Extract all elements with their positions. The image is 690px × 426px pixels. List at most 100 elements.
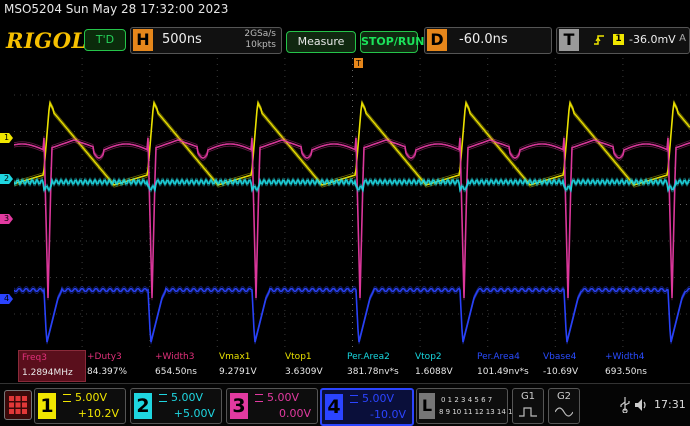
- digital-letter: L: [419, 393, 435, 419]
- measurement-label: Per.Area2: [347, 352, 390, 362]
- trigger-status-label: T'D: [95, 33, 115, 46]
- window-title: MSO5204 Sun May 28 17:32:00 2023: [4, 2, 229, 16]
- delay-letter: D: [427, 29, 447, 51]
- measurement-label: +Duty3: [87, 352, 122, 362]
- channel-scale: 5.00V: [267, 391, 300, 404]
- trigger-marker-label: T: [355, 59, 361, 68]
- trigger-level: -36.0mV: [629, 33, 676, 46]
- trigger-position-marker: T: [354, 58, 363, 68]
- app-menu-button[interactable]: [4, 390, 32, 420]
- delay-box[interactable]: D -60.0ns: [424, 27, 552, 54]
- digital-row-1: 0 1 2 3 4 5 6 7: [441, 396, 493, 404]
- measurement-item[interactable]: Freq3 1.2894MHz: [18, 350, 86, 382]
- dc-coupling-icon: [63, 394, 71, 402]
- usb-icon: [620, 397, 630, 413]
- channel-offset: -10.0V: [370, 408, 406, 421]
- measurement-item[interactable]: Vtop2 1.6088V: [412, 350, 474, 380]
- bus-g2-box[interactable]: G2: [548, 388, 580, 424]
- measurement-item[interactable]: Per.Area4 101.49nv*s: [474, 350, 540, 380]
- channel-4-box[interactable]: 4 5.00V -10.0V: [320, 388, 414, 426]
- delay-value: -60.0ns: [459, 32, 508, 47]
- measurement-label: Vtop1: [285, 352, 312, 362]
- measurement-value: 101.49nv*s: [477, 367, 529, 377]
- channel-number: 3: [230, 393, 248, 419]
- measurement-label: Freq3: [22, 353, 48, 363]
- ch4-marker[interactable]: 4: [0, 294, 13, 304]
- sample-rate: 2GSa/s: [244, 29, 276, 39]
- bus-g2-label: G2: [556, 391, 572, 402]
- ch3-marker[interactable]: 3: [0, 214, 13, 224]
- trigger-level-arrow: A: [679, 33, 686, 44]
- measurement-item[interactable]: Vtop1 3.6309V: [282, 350, 344, 380]
- dc-coupling-icon: [350, 395, 358, 403]
- channel-offset: +10.2V: [77, 407, 119, 420]
- memory-depth: 10kpts: [245, 40, 276, 50]
- measurement-label: Vmax1: [219, 352, 251, 362]
- measurement-value: 654.50ns: [155, 367, 197, 377]
- measurement-value: 84.397%: [87, 367, 128, 377]
- dc-coupling-icon: [159, 394, 167, 402]
- trigger-source-badge: 1: [613, 34, 624, 45]
- channel-scale: 5.00V: [75, 391, 108, 404]
- channel-number: 1: [38, 393, 56, 419]
- measurement-value: -10.69V: [543, 367, 579, 377]
- measurement-item[interactable]: +Width4 693.50ns: [602, 350, 688, 380]
- measurement-item[interactable]: +Duty3 84.397%: [84, 350, 152, 380]
- ch4-trace: [14, 287, 690, 343]
- channel-offset: 0.00V: [278, 407, 311, 420]
- measurement-item[interactable]: +Width3 654.50ns: [152, 350, 216, 380]
- channel-3-box[interactable]: 3 5.00V 0.00V: [226, 388, 318, 424]
- sine-wave-icon: [555, 407, 573, 417]
- trigger-box[interactable]: T 1 -36.0mV A: [556, 27, 690, 54]
- measure-button[interactable]: Measure: [286, 31, 356, 53]
- measurement-label: +Width3: [155, 352, 195, 362]
- channel-marker-bar: 1 2 3 4: [0, 58, 14, 350]
- channel-number: 4: [325, 394, 343, 420]
- top-toolbar: RIGOL T'D H 500ns 2GSa/s 10kpts Measure …: [0, 24, 690, 56]
- rigol-logo: RIGOL: [6, 28, 87, 53]
- channel-offset: +5.00V: [173, 407, 215, 420]
- stop-run-button[interactable]: STOP/RUN: [360, 31, 424, 53]
- graticule-grid: [14, 58, 687, 347]
- measurement-label: Per.Area4: [477, 352, 520, 362]
- speaker-icon: [635, 399, 646, 411]
- channel-scale: 5.00V: [171, 391, 204, 404]
- measurement-item[interactable]: Vmax1 9.2791V: [216, 350, 282, 380]
- ch3-trace: [14, 135, 690, 296]
- channel-2-box[interactable]: 2 5.00V +5.00V: [130, 388, 222, 424]
- measurement-item[interactable]: Per.Area2 381.78nv*s: [344, 350, 412, 380]
- waveform-traces: [14, 99, 690, 345]
- bus-g1-label: G1: [520, 391, 536, 402]
- waveform-display[interactable]: T: [14, 58, 690, 350]
- trigger-letter: T: [559, 29, 579, 51]
- measurement-value: 1.6088V: [415, 367, 453, 377]
- channel-scale: 5.00V: [362, 392, 395, 405]
- dc-coupling-icon: [255, 394, 263, 402]
- ch1-marker[interactable]: 1: [0, 133, 13, 143]
- measurement-item[interactable]: Vbase4 -10.69V: [540, 350, 602, 380]
- timebase-value: 500ns: [162, 32, 202, 47]
- bus-g1-box[interactable]: G1: [512, 388, 544, 424]
- measurement-value: 3.6309V: [285, 367, 323, 377]
- ch4-trace: [14, 285, 690, 340]
- measurement-panel: Freq3 1.2894MHz +Duty3 84.397% +Width3 654.50…: [18, 350, 690, 382]
- digital-channel-box[interactable]: L 0 1 2 3 4 5 6 7 8 9 10 11 12 13 14 15: [416, 388, 517, 424]
- measurement-label: Vtop2: [415, 352, 442, 362]
- channel-1-box[interactable]: 1 5.00V +10.2V: [34, 388, 126, 424]
- measurement-value: 381.78nv*s: [347, 367, 399, 377]
- trigger-status[interactable]: T'D: [84, 29, 126, 51]
- ch2-marker[interactable]: 2: [0, 174, 13, 184]
- measurement-label: Vbase4: [543, 352, 577, 362]
- channel-number: 2: [134, 393, 152, 419]
- rising-edge-icon: [594, 35, 604, 45]
- bottom-bar: 1 5.00V +10.2V 2 5.00V +5.00V 3 5.00V 0.00V 4 5.00…: [0, 383, 690, 426]
- measurement-value: 9.2791V: [219, 367, 257, 377]
- square-wave-icon: [519, 407, 537, 417]
- measurement-value: 1.2894MHz: [22, 368, 73, 378]
- digital-row-2: 8 9 10 11 12 13 14 15: [439, 408, 517, 416]
- measurement-value: 693.50ns: [605, 367, 647, 377]
- horizontal-letter: H: [133, 29, 153, 51]
- clock: 17:31: [654, 398, 686, 411]
- measurement-label: +Width4: [605, 352, 645, 362]
- horizontal-timebase-box[interactable]: H 500ns 2GSa/s 10kpts: [130, 27, 282, 54]
